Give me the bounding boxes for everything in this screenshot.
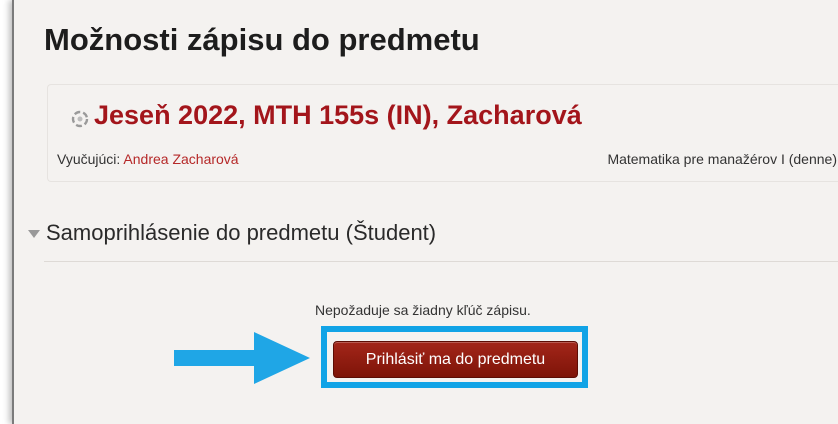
course-icon <box>71 110 89 128</box>
teacher-label: Vyučujúci: <box>57 151 124 167</box>
teacher-name-link[interactable]: Andrea Zacharová <box>123 151 238 167</box>
course-name-link[interactable]: Jeseň 2022, MTH 155s (IN), Zacharová <box>94 100 582 131</box>
section-divider <box>44 261 838 262</box>
collapse-caret-icon <box>28 230 40 238</box>
no-key-message: Nepožaduje sa žiadny kľúč zápisu. <box>315 302 531 318</box>
pointer-arrow-icon <box>174 332 310 384</box>
section-title: Samoprihlásenie do predmetu (Študent) <box>46 220 437 245</box>
course-box: Jeseň 2022, MTH 155s (IN), Zacharová Vyu… <box>47 84 838 182</box>
self-enrol-section-header[interactable]: Samoprihlásenie do predmetu (Študent) <box>28 218 436 248</box>
course-category: Matematika pre manažérov I (denne) <box>607 151 837 167</box>
enrol-me-button[interactable]: Prihlásiť ma do predmetu <box>333 341 578 378</box>
page-title: Možnosti zápisu do predmetu <box>44 22 480 57</box>
page-frame: Možnosti zápisu do predmetu Jeseň 2022, … <box>12 0 838 424</box>
teacher-info: Vyučujúci: Andrea Zacharová <box>57 151 239 167</box>
